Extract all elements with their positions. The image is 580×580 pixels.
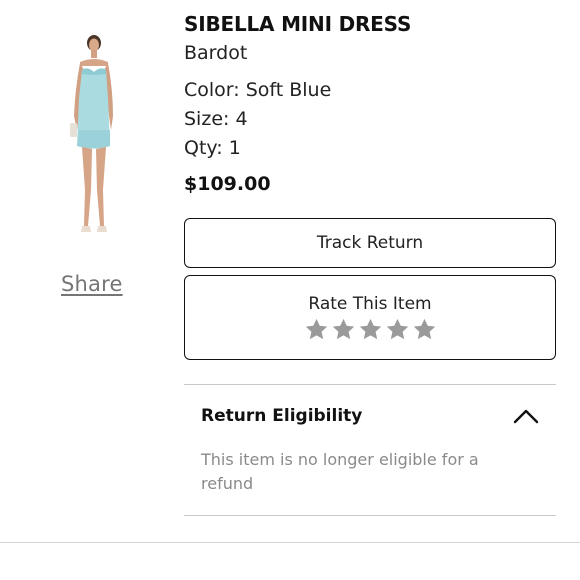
return-eligibility-title: Return Eligibility [201,406,363,426]
divider [184,384,556,385]
star-rating [185,317,555,342]
share-link[interactable]: Share [61,272,123,296]
star-icon[interactable] [331,317,356,342]
divider [184,515,556,516]
section-divider [0,542,580,543]
track-return-label: Track Return [316,233,424,253]
rate-item-button[interactable]: Rate This Item [184,275,556,360]
product-brand: Bardot [184,42,248,64]
star-icon[interactable] [412,317,437,342]
star-icon[interactable] [358,317,383,342]
chevron-up-icon[interactable] [512,403,540,429]
product-color: Color: Soft Blue [184,79,332,101]
dress-photo-icon [70,35,113,232]
product-size: Size: 4 [184,108,248,130]
order-item-page: Share SIBELLA MINI DRESS Bardot Color: S… [0,0,580,580]
product-price: $109.00 [184,173,271,195]
return-eligibility-message: This item is no longer eligible for a re… [201,450,479,493]
track-return-button[interactable]: Track Return [184,218,556,268]
product-image[interactable] [58,30,124,242]
star-icon[interactable] [385,317,410,342]
product-name: SIBELLA MINI DRESS [184,12,412,36]
rate-item-label: Rate This Item [308,294,432,314]
product-qty: Qty: 1 [184,137,241,159]
star-icon[interactable] [304,317,329,342]
product-details: SIBELLA MINI DRESS Bardot Color: Soft Bl… [184,12,556,196]
